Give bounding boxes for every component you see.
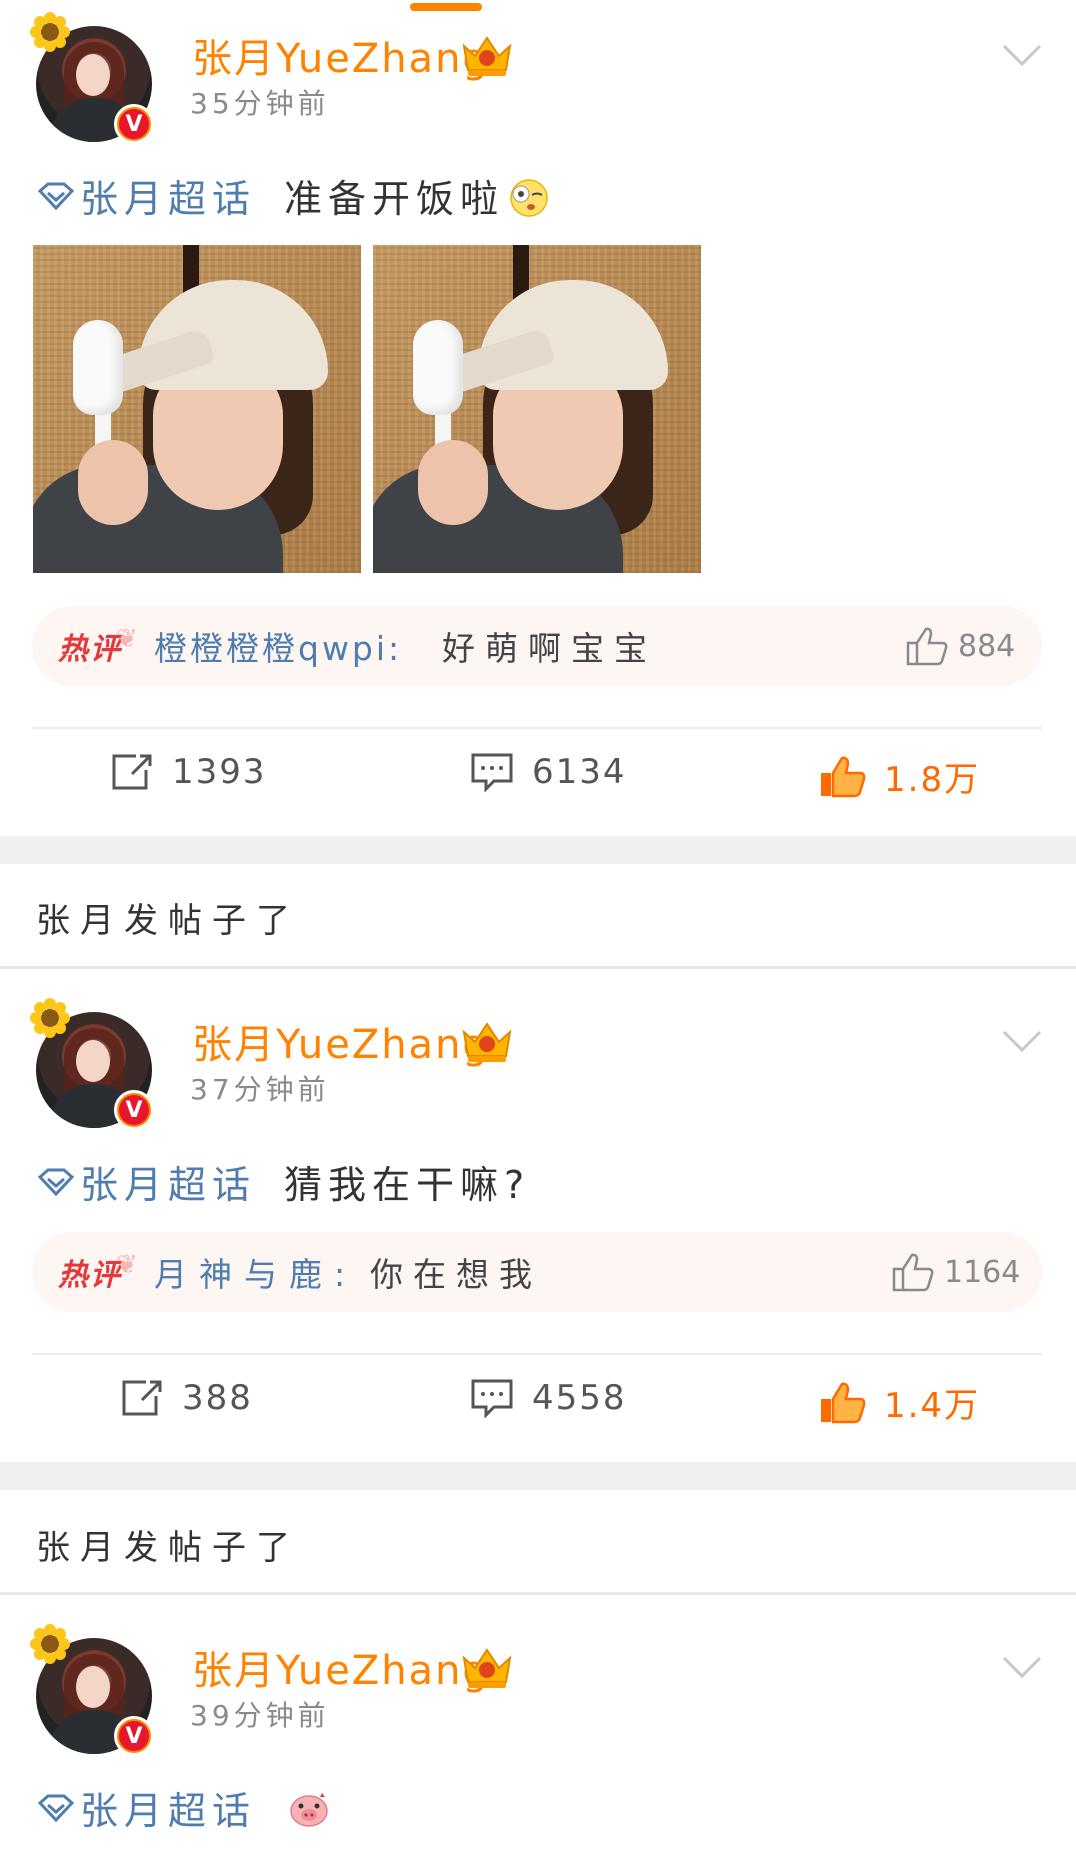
hot-comment-badge: 热评❦	[58, 624, 140, 667]
verified-v-icon: V	[114, 1716, 154, 1756]
thumb-up-icon	[821, 756, 866, 797]
sunflower-icon	[30, 12, 70, 52]
sleepy-emoji-icon	[510, 178, 548, 217]
comment-icon	[471, 1379, 513, 1418]
action-bar: 1393 6134 1.8万	[0, 752, 1076, 812]
section-gap	[0, 1462, 1076, 1490]
username[interactable]: 张月YueZhang	[192, 1638, 490, 1696]
hot-comment[interactable]: 热评❦ 月神与鹿: 你在想我 1164	[32, 1232, 1042, 1312]
avatar[interactable]: V	[30, 12, 154, 144]
chevron-down-icon[interactable]	[1000, 40, 1044, 70]
topic-diamond-icon	[37, 1794, 75, 1822]
like-button[interactable]: 1.8万	[818, 752, 980, 801]
comment-button[interactable]: 6134	[470, 752, 627, 792]
hot-comment-user[interactable]: 橙橙橙橙qwpi:	[154, 622, 402, 670]
chevron-down-icon[interactable]	[1000, 1026, 1044, 1056]
supertopic-link[interactable]: 张月超话	[80, 1154, 256, 1209]
avatar[interactable]: V	[30, 1624, 154, 1756]
hot-comment-badge: 热评❦	[58, 1250, 140, 1293]
comment-button[interactable]: 4558	[470, 1378, 627, 1418]
section-title: 张月发帖子了	[36, 1528, 300, 1568]
avatar[interactable]: V	[30, 998, 154, 1130]
verified-v-icon: V	[114, 104, 154, 144]
like-button[interactable]: 1.4万	[818, 1378, 980, 1427]
hot-comment-user[interactable]: 月神与鹿:	[154, 1248, 357, 1296]
hot-comment-text: 好萌啊宝宝	[442, 629, 657, 668]
post-text: 猜我在干嘛?	[284, 1163, 531, 1207]
crown-icon	[462, 36, 512, 76]
post-content: 张月超话 猜我在干嘛?	[36, 1154, 530, 1209]
divider	[32, 1353, 1042, 1355]
comment-icon	[471, 753, 513, 792]
sunflower-icon	[30, 1624, 70, 1664]
chevron-down-icon[interactable]	[1000, 1652, 1044, 1682]
topic-diamond-icon	[37, 182, 75, 210]
post-text: 准备开饭啦	[284, 177, 505, 221]
repost-icon	[112, 754, 152, 790]
hot-comment[interactable]: 热评❦ 橙橙橙橙qwpi: 好萌啊宝宝 884	[32, 606, 1042, 686]
post-image-2[interactable]	[373, 245, 701, 573]
username[interactable]: 张月YueZhang	[192, 1012, 490, 1070]
username[interactable]: 张月YueZhang	[192, 26, 490, 84]
crown-icon	[462, 1022, 512, 1062]
hot-comment-like[interactable]: 884	[904, 625, 1015, 667]
section-title: 张月发帖子了	[36, 901, 300, 941]
supertopic-link[interactable]: 张月超话	[80, 1780, 256, 1835]
top-pull-indicator	[410, 3, 482, 11]
repost-icon	[122, 1380, 162, 1416]
topic-diamond-icon	[37, 1168, 75, 1196]
post-image-1[interactable]	[33, 245, 361, 573]
section-line	[0, 966, 1076, 969]
thumb-up-icon	[906, 627, 948, 666]
action-bar: 388 4558 1.4万	[0, 1378, 1076, 1438]
section-line	[0, 1592, 1076, 1595]
post-time: 35分钟前	[190, 87, 330, 120]
verified-v-icon: V	[114, 1090, 154, 1130]
section-gap	[0, 836, 1076, 864]
post-content: 张月超话 准备开饭啦	[36, 168, 552, 223]
repost-button[interactable]: 1393	[110, 752, 267, 792]
post-content: 张月超话	[36, 1780, 332, 1835]
supertopic-link[interactable]: 张月超话	[80, 168, 256, 223]
divider	[32, 727, 1042, 729]
thumb-up-icon	[821, 1382, 866, 1423]
thumb-up-icon	[892, 1253, 934, 1292]
sunflower-icon	[30, 998, 70, 1038]
pig-emoji-icon	[290, 1792, 328, 1827]
crown-icon	[462, 1648, 512, 1688]
hot-comment-text: 你在想我	[370, 1255, 542, 1294]
post-time: 37分钟前	[190, 1073, 330, 1106]
repost-button[interactable]: 388	[120, 1378, 253, 1418]
post-time: 39分钟前	[190, 1699, 330, 1732]
hot-comment-like[interactable]: 1164	[890, 1251, 1020, 1293]
